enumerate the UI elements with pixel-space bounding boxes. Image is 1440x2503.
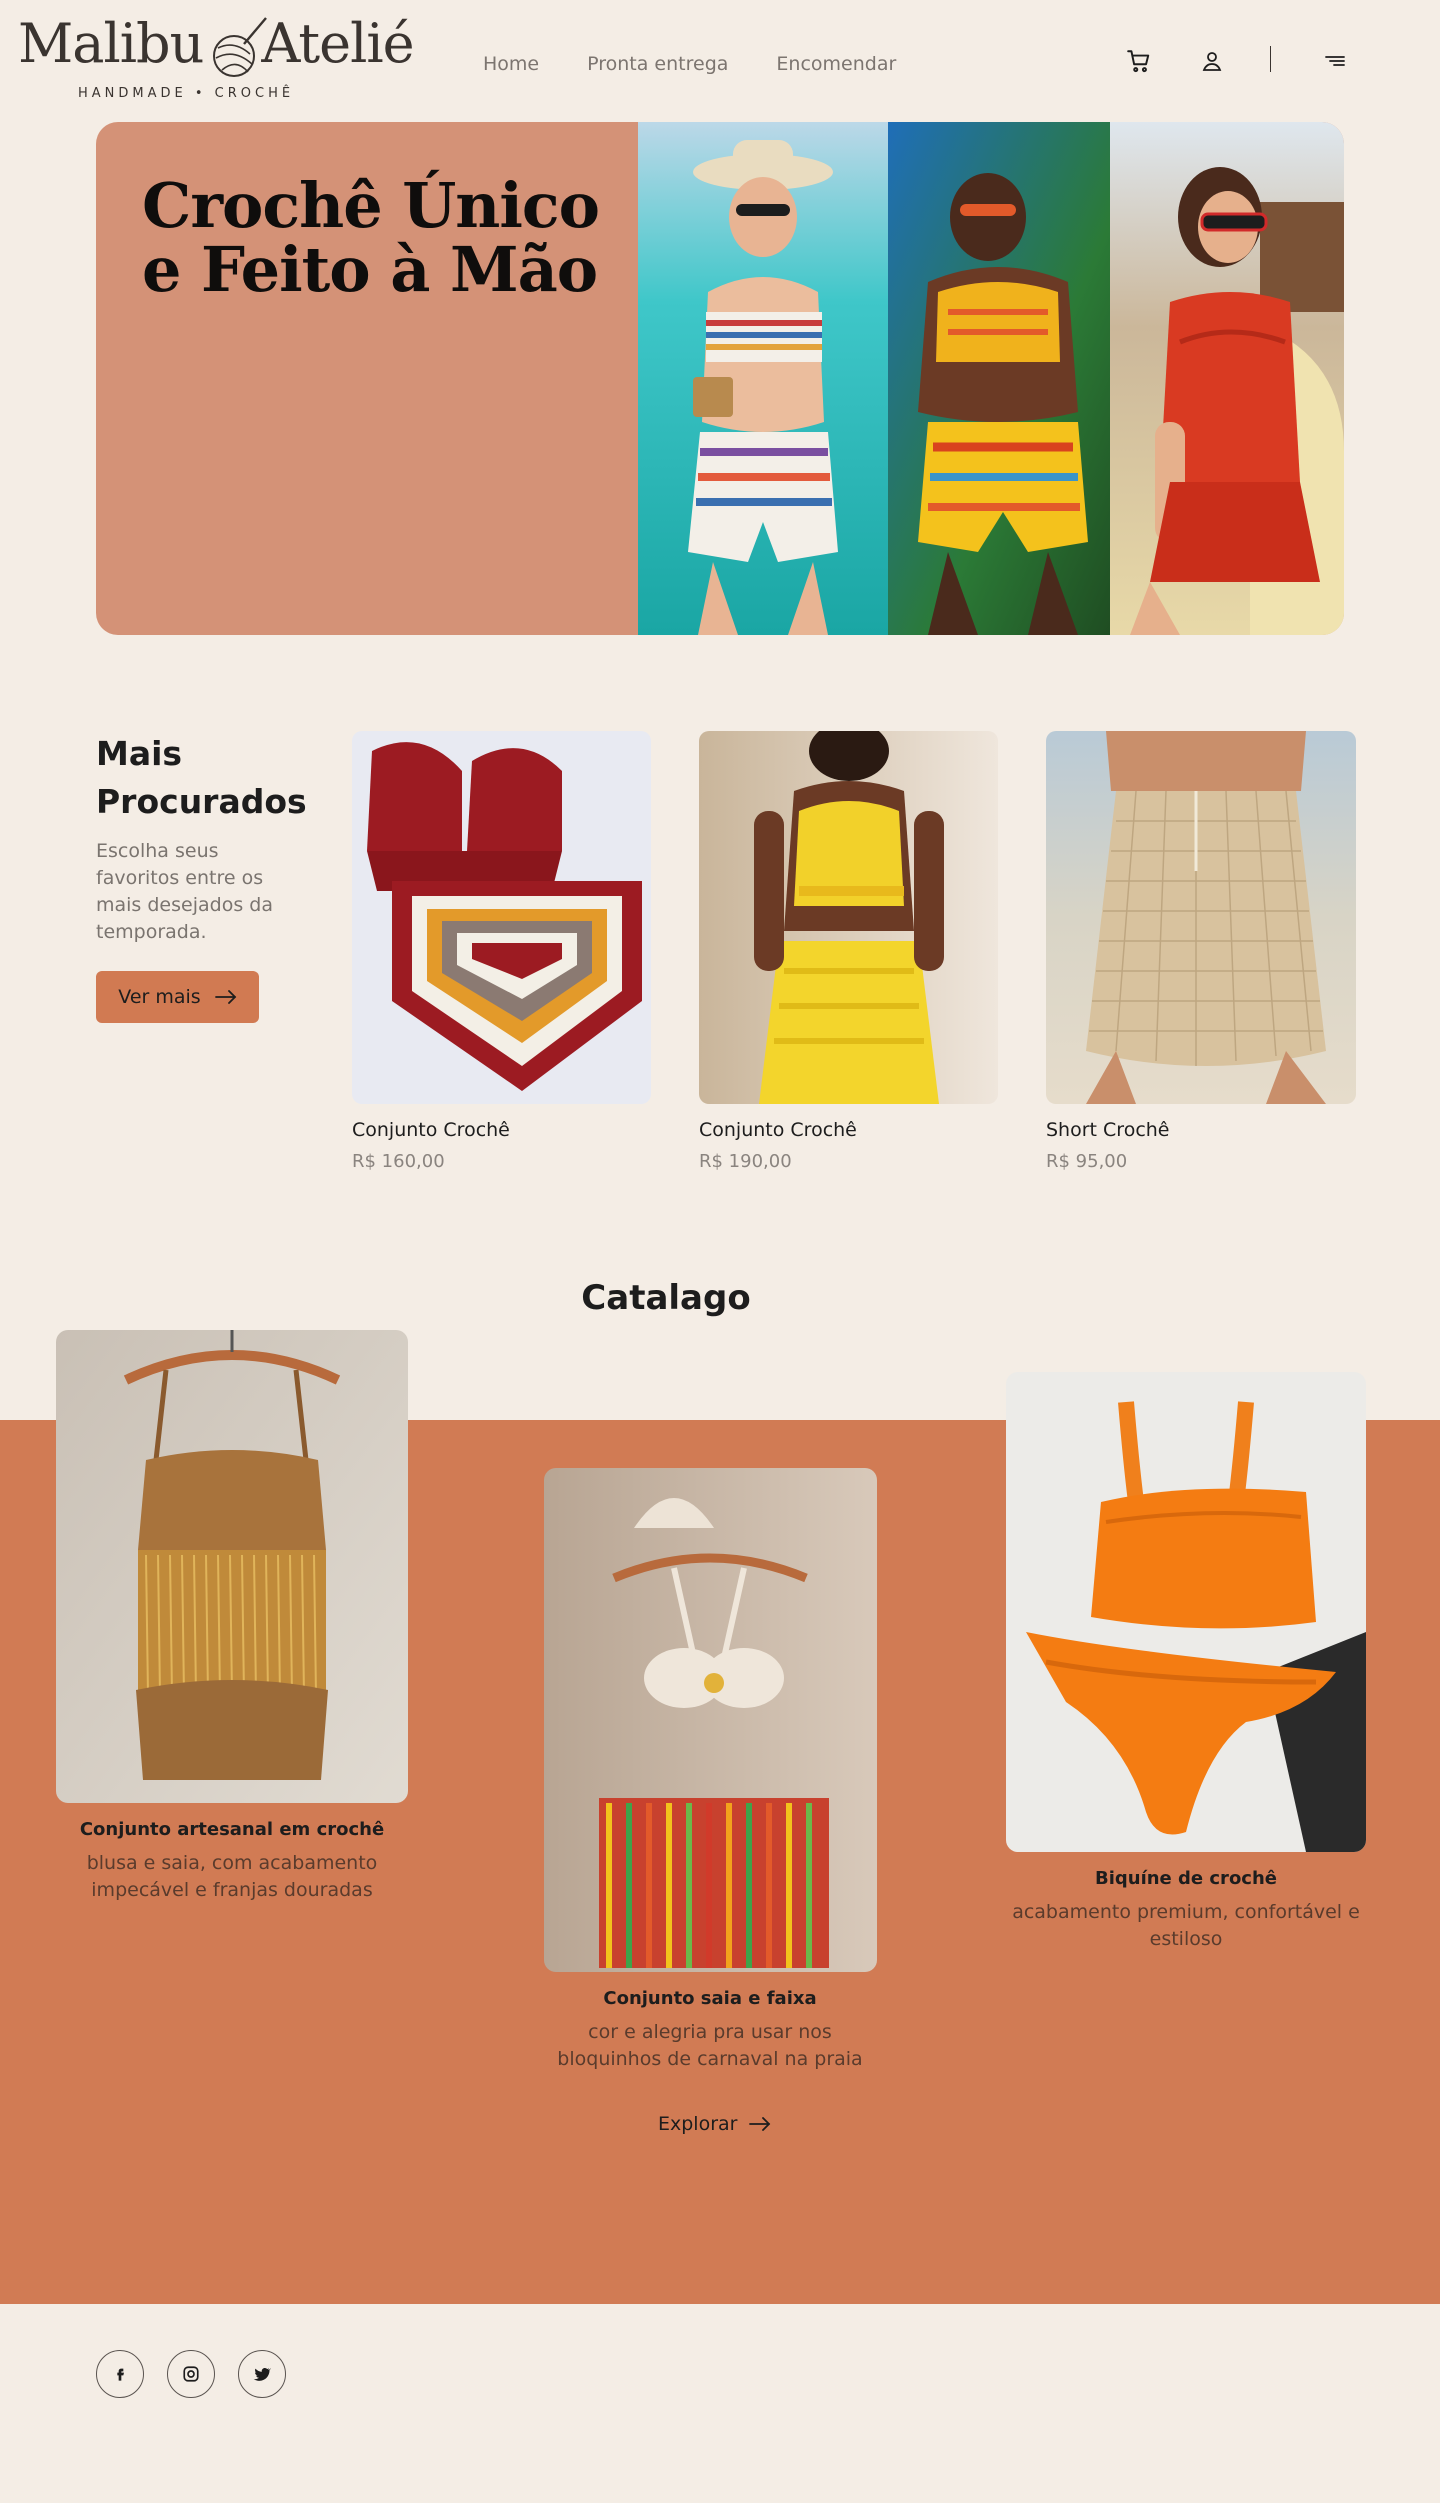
catalog-item-name: Conjunto saia e faixa xyxy=(603,1988,817,2009)
nav-encomendar[interactable]: Encomendar xyxy=(776,53,896,75)
site-header: Malibu Atelié HANDMADE • CROCHÊ Home Pron… xyxy=(0,0,1440,115)
yarn-ball-icon xyxy=(213,17,267,77)
product-price: R$ 160,00 xyxy=(352,1151,445,1172)
catalog-item-name: Biquíne de crochê xyxy=(1094,1868,1277,1889)
explore-link[interactable]: Explorar xyxy=(658,2113,771,2135)
ver-mais-label: Ver mais xyxy=(118,986,201,1008)
brand-name-left: Malibu xyxy=(18,12,204,75)
arrow-right-icon xyxy=(749,2117,771,2131)
cart-icon[interactable] xyxy=(1124,46,1154,76)
nav-pronta-entrega[interactable]: Pronta entrega xyxy=(587,53,728,75)
hero-photo-3 xyxy=(1110,122,1344,635)
brand-name-right: Atelié xyxy=(261,12,414,75)
catalog-item-desc: acabamento premium, confortável e estilo… xyxy=(1012,1901,1360,1950)
hero-banner: Crochê Único e Feito à Mão xyxy=(96,122,1344,635)
twitter-icon[interactable] xyxy=(238,2350,286,2398)
user-icon[interactable] xyxy=(1197,46,1227,76)
catalog-item-desc: cor e alegria pra usar nos bloquinhos de… xyxy=(557,2021,863,2070)
catalog-title: Catalago xyxy=(581,1278,751,1318)
instagram-icon[interactable] xyxy=(167,2350,215,2398)
popular-subtitle: Escolha seus favoritos entre os mais des… xyxy=(96,840,273,943)
hero-photo-2 xyxy=(888,122,1110,635)
catalog-item[interactable]: Conjunto saia e faixa cor e alegria pra … xyxy=(535,1468,885,2073)
menu-icon[interactable] xyxy=(1320,46,1350,76)
facebook-icon[interactable] xyxy=(96,2350,144,2398)
product-price: R$ 190,00 xyxy=(699,1151,792,1172)
social-links xyxy=(96,2350,286,2398)
arrow-right-icon xyxy=(214,990,236,1004)
catalog-item[interactable]: Biquíne de crochê acabamento premium, co… xyxy=(1006,1372,1366,1953)
product-card[interactable]: Conjunto Crochê R$ 160,00 xyxy=(352,731,651,1172)
hero-title: Crochê Único e Feito à Mão xyxy=(142,169,600,306)
product-image[interactable] xyxy=(1046,731,1356,1104)
product-name[interactable]: Conjunto Crochê xyxy=(699,1119,998,1141)
nav-home[interactable]: Home xyxy=(483,53,539,75)
catalog-image[interactable] xyxy=(1006,1372,1366,1852)
hero-photo-1 xyxy=(638,122,888,635)
catalog-item-name: Conjunto artesanal em crochê xyxy=(79,1819,385,1840)
product-image[interactable] xyxy=(352,731,651,1104)
brand-logo[interactable]: Malibu Atelié HANDMADE • CROCHÊ xyxy=(18,12,415,107)
catalog-item[interactable]: Conjunto artesanal em crochê blusa e sai… xyxy=(56,1330,408,1904)
main-nav: Home Pronta entrega Encomendar xyxy=(483,53,896,75)
catalog-image[interactable] xyxy=(56,1330,408,1803)
product-name[interactable]: Conjunto Crochê xyxy=(352,1119,651,1141)
product-price: R$ 95,00 xyxy=(1046,1151,1128,1172)
brand-tagline: HANDMADE • CROCHÊ xyxy=(78,86,295,101)
header-divider xyxy=(1270,46,1271,72)
product-image[interactable] xyxy=(699,731,998,1104)
catalog-item-desc: blusa e saia, com acabamento impecável e… xyxy=(86,1852,378,1901)
product-card[interactable]: Short Crochê R$ 95,00 xyxy=(1046,731,1356,1172)
catalog-image[interactable] xyxy=(543,1468,877,1972)
explore-label: Explorar xyxy=(658,2113,738,2135)
popular-title: Mais Procurados xyxy=(96,734,307,821)
ver-mais-button[interactable]: Ver mais xyxy=(96,971,259,1023)
product-name[interactable]: Short Crochê xyxy=(1046,1119,1356,1141)
product-card[interactable]: Conjunto Crochê R$ 190,00 xyxy=(699,731,998,1172)
